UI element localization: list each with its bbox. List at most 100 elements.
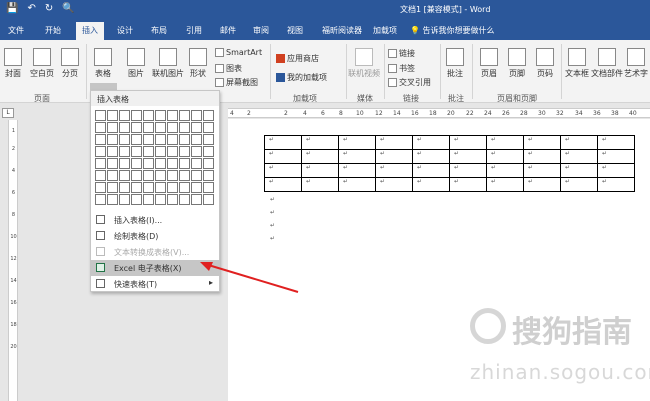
textbox-button[interactable]: 文本框 <box>565 48 589 79</box>
table-cell[interactable]: ↵ <box>412 163 450 178</box>
grid-cell[interactable] <box>167 182 178 193</box>
grid-cell[interactable] <box>119 110 130 121</box>
footer-button[interactable]: 页脚 <box>508 48 526 79</box>
grid-cell[interactable] <box>191 194 202 205</box>
grid-cell[interactable] <box>143 134 154 145</box>
grid-cell[interactable] <box>191 182 202 193</box>
grid-cell[interactable] <box>179 158 190 169</box>
table-cell[interactable]: ↵ <box>523 149 561 164</box>
grid-cell[interactable] <box>131 170 142 181</box>
grid-cell[interactable] <box>107 122 118 133</box>
grid-cell[interactable] <box>167 110 178 121</box>
grid-cell[interactable] <box>167 146 178 157</box>
store-button[interactable]: 应用商店 <box>276 53 319 64</box>
tab-insert[interactable]: 插入 <box>76 22 104 40</box>
grid-cell[interactable] <box>191 146 202 157</box>
grid-cell[interactable] <box>179 110 190 121</box>
table-cell[interactable]: ↵ <box>264 149 302 164</box>
table-cell[interactable]: ↵ <box>338 149 376 164</box>
grid-cell[interactable] <box>179 122 190 133</box>
table-cell[interactable]: ↵ <box>412 149 450 164</box>
grid-cell[interactable] <box>155 158 166 169</box>
screenshot-button[interactable]: 屏幕截图 <box>215 77 258 88</box>
table-cell[interactable]: ↵ <box>449 135 487 150</box>
insert-table-item[interactable]: 插入表格(I)... <box>91 212 219 228</box>
tab-mailings[interactable]: 邮件 <box>220 25 236 36</box>
tab-view[interactable]: 视图 <box>287 25 303 36</box>
grid-cell[interactable] <box>143 182 154 193</box>
tab-design[interactable]: 设计 <box>117 25 133 36</box>
vertical-ruler[interactable]: 1 2 4 6 8 10 12 14 16 18 20 <box>8 120 18 401</box>
horizontal-ruler[interactable]: 4 2 2 4 6 8 10 12 14 16 18 20 22 24 26 2… <box>228 108 650 118</box>
grid-cell[interactable] <box>191 122 202 133</box>
grid-cell[interactable] <box>203 110 214 121</box>
table-cell[interactable]: ↵ <box>449 163 487 178</box>
grid-cell[interactable] <box>131 158 142 169</box>
grid-cell[interactable] <box>119 122 130 133</box>
quick-parts-button[interactable]: 文档部件 <box>591 48 623 79</box>
tab-file[interactable]: 文件 <box>8 25 24 36</box>
grid-cell[interactable] <box>143 194 154 205</box>
grid-cell[interactable] <box>191 110 202 121</box>
grid-cell[interactable] <box>167 194 178 205</box>
grid-cell[interactable] <box>179 182 190 193</box>
grid-cell[interactable] <box>155 122 166 133</box>
grid-cell[interactable] <box>191 134 202 145</box>
grid-cell[interactable] <box>131 122 142 133</box>
grid-cell[interactable] <box>143 110 154 121</box>
save-icon[interactable]: 💾 <box>6 3 18 14</box>
page-number-button[interactable]: 页码 <box>536 48 554 79</box>
grid-cell[interactable] <box>203 170 214 181</box>
table-cell[interactable]: ↵ <box>560 163 598 178</box>
cover-page-button[interactable]: 封面 <box>4 48 22 79</box>
table-cell[interactable]: ↵ <box>523 135 561 150</box>
quick-tables-item[interactable]: 快速表格(T) ▸ <box>91 276 219 292</box>
table-size-grid[interactable] <box>95 110 214 205</box>
table-button[interactable]: 表格 <box>94 48 112 79</box>
grid-cell[interactable] <box>107 182 118 193</box>
tell-me-search[interactable]: 💡 告诉我你想要做什么 <box>410 25 495 36</box>
grid-cell[interactable] <box>119 194 130 205</box>
table-cell[interactable]: ↵ <box>597 177 635 192</box>
table-cell[interactable]: ↵ <box>301 135 339 150</box>
tab-review[interactable]: 审阅 <box>253 25 269 36</box>
grid-cell[interactable] <box>131 182 142 193</box>
grid-cell[interactable] <box>95 122 106 133</box>
grid-cell[interactable] <box>131 110 142 121</box>
grid-cell[interactable] <box>203 182 214 193</box>
table-cell[interactable]: ↵ <box>264 163 302 178</box>
table-cell[interactable]: ↵ <box>412 177 450 192</box>
ruler-tab-selector[interactable]: L <box>2 108 14 118</box>
table-cell[interactable]: ↵ <box>375 149 413 164</box>
grid-cell[interactable] <box>131 134 142 145</box>
grid-cell[interactable] <box>167 122 178 133</box>
table-cell[interactable]: ↵ <box>486 163 524 178</box>
table-cell[interactable]: ↵ <box>412 135 450 150</box>
table-cell[interactable]: ↵ <box>523 177 561 192</box>
tab-addins[interactable]: 加载项 <box>373 25 397 36</box>
grid-cell[interactable] <box>95 158 106 169</box>
grid-cell[interactable] <box>119 134 130 145</box>
convert-text-to-table-item[interactable]: 文本转换成表格(V)... <box>91 244 219 260</box>
grid-cell[interactable] <box>167 170 178 181</box>
table-cell[interactable]: ↵ <box>301 177 339 192</box>
picture-button[interactable]: 图片 <box>127 48 145 79</box>
grid-cell[interactable] <box>107 146 118 157</box>
grid-cell[interactable] <box>203 122 214 133</box>
table-cell[interactable]: ↵ <box>338 163 376 178</box>
grid-cell[interactable] <box>203 134 214 145</box>
table-cell[interactable]: ↵ <box>301 163 339 178</box>
grid-cell[interactable] <box>155 110 166 121</box>
grid-cell[interactable] <box>107 110 118 121</box>
table-cell[interactable]: ↵ <box>338 177 376 192</box>
table-cell[interactable]: ↵ <box>449 149 487 164</box>
table-cell[interactable]: ↵ <box>338 135 376 150</box>
bookmark-button[interactable]: 书签 <box>388 63 415 74</box>
grid-cell[interactable] <box>191 158 202 169</box>
blank-page-button[interactable]: 空白页 <box>30 48 54 79</box>
grid-cell[interactable] <box>155 182 166 193</box>
grid-cell[interactable] <box>155 170 166 181</box>
grid-cell[interactable] <box>95 134 106 145</box>
grid-cell[interactable] <box>119 146 130 157</box>
grid-cell[interactable] <box>131 194 142 205</box>
